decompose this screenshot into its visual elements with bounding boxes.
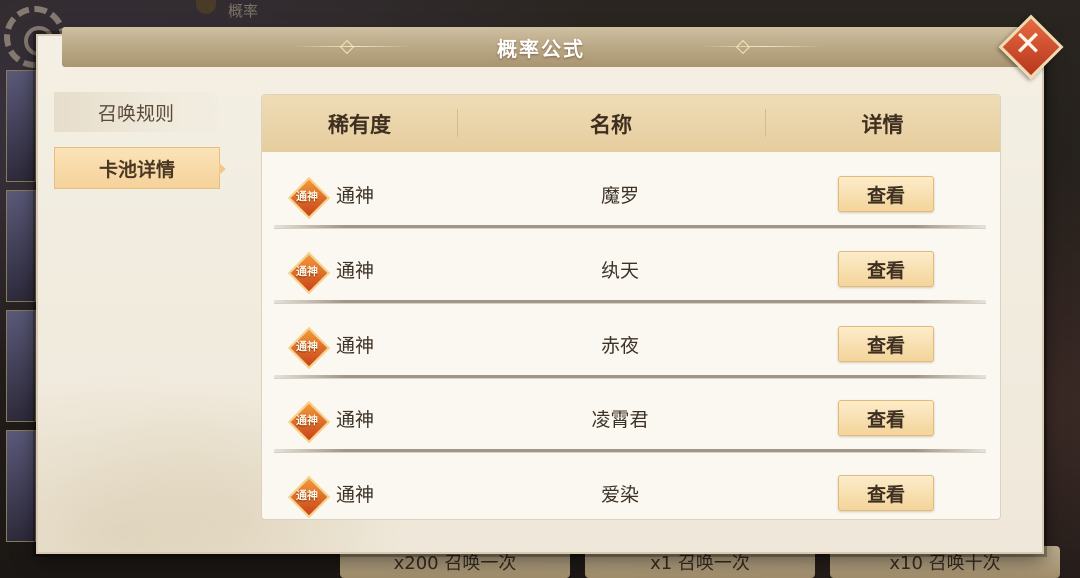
title-ornament-left xyxy=(292,39,412,55)
modal-title-bar: 概率公式 xyxy=(62,27,1020,67)
close-x-icon: ✕ xyxy=(1013,24,1043,64)
view-button[interactable]: 查看 xyxy=(838,400,934,436)
modal-title: 概率公式 xyxy=(497,36,585,61)
view-button[interactable]: 查看 xyxy=(838,475,934,511)
row-divider xyxy=(274,449,986,453)
character-name: 赤夜 xyxy=(600,335,639,357)
title-ornament-right xyxy=(702,39,822,55)
view-button[interactable]: 查看 xyxy=(838,326,934,362)
background-card xyxy=(6,70,36,182)
rarity-badge-icon: 通神 xyxy=(287,251,331,295)
table-row: 通神 通神 魔罗 查看 xyxy=(274,155,986,229)
background-card xyxy=(6,310,36,422)
rarity-label: 通神 xyxy=(336,484,375,506)
column-header-details: 详情 xyxy=(861,112,904,137)
tab-summon-rules[interactable]: 召唤规则 xyxy=(54,92,218,132)
rarity-label: 通神 xyxy=(336,260,375,282)
column-header-rarity: 稀有度 xyxy=(328,112,391,137)
character-name: 纨天 xyxy=(600,260,639,282)
tab-pool-details[interactable]: 卡池详情 xyxy=(54,147,226,189)
character-name: 爱染 xyxy=(600,484,639,506)
view-button[interactable]: 查看 xyxy=(838,251,934,287)
top-marker-icon xyxy=(196,0,216,14)
character-name: 凌霄君 xyxy=(591,409,649,431)
character-name: 魔罗 xyxy=(600,185,639,207)
rarity-label: 通神 xyxy=(336,335,375,357)
table-row: 通神 通神 赤夜 查看 xyxy=(274,305,986,379)
table-row: 通神 通神 爱染 查看 xyxy=(274,454,986,519)
table-row: 通神 通神 凌霄君 查看 xyxy=(274,379,986,453)
rarity-badge-icon: 通神 xyxy=(287,176,331,220)
table-header: 稀有度 名称 详情 xyxy=(262,95,1000,152)
rarity-badge-icon: 通神 xyxy=(287,326,331,370)
row-divider xyxy=(274,300,986,304)
rarity-badge-icon: 通神 xyxy=(287,400,331,444)
rarity-label: 通神 xyxy=(336,409,375,431)
rarity-badge-icon: 通神 xyxy=(287,475,331,519)
close-button[interactable]: ✕ xyxy=(998,14,1064,80)
background-top-label: 概率 xyxy=(228,2,259,20)
row-divider xyxy=(274,225,986,229)
background-card xyxy=(6,430,36,542)
table-row: 通神 通神 纨天 查看 xyxy=(274,230,986,304)
pool-table: 稀有度 名称 详情 通神 通神 魔罗 查看 通神 通神 纨天 查看 通神 通神 … xyxy=(261,94,1001,520)
column-header-name: 名称 xyxy=(590,112,632,137)
rarity-label: 通神 xyxy=(336,185,375,207)
background-card-strip xyxy=(0,60,36,560)
background-card xyxy=(6,190,36,302)
view-button[interactable]: 查看 xyxy=(838,176,934,212)
